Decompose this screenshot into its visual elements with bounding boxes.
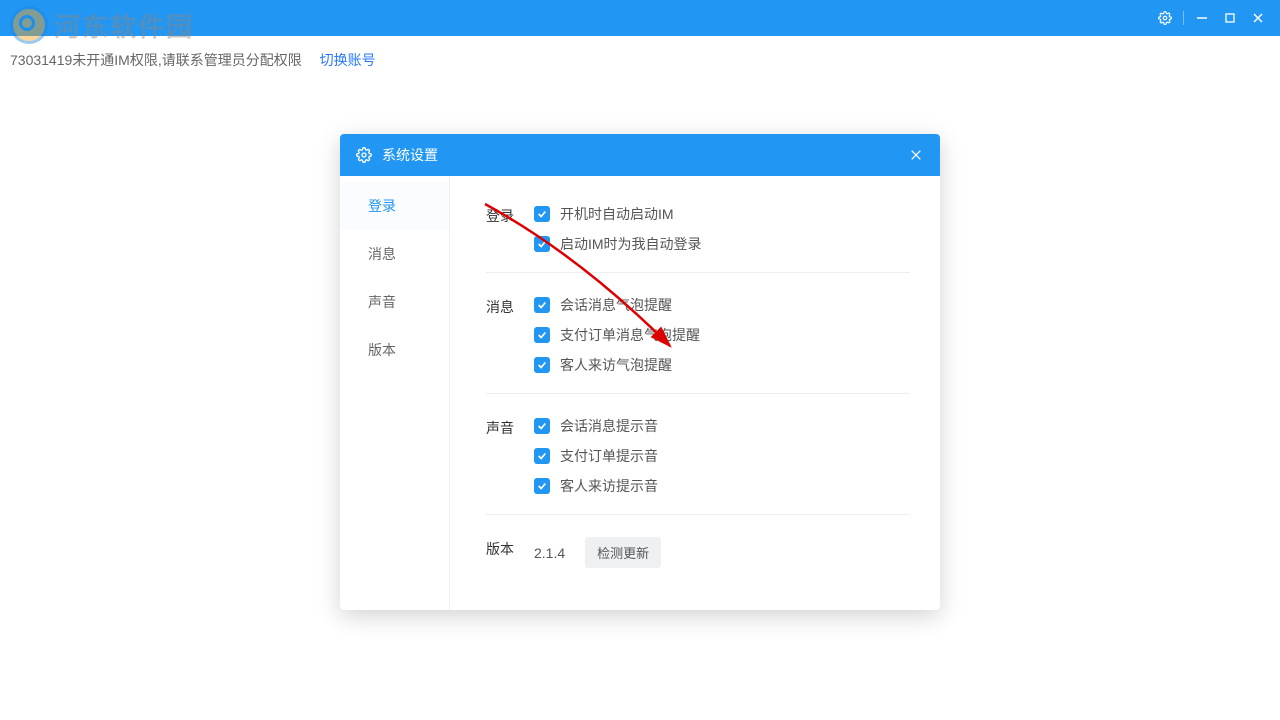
settings-icon[interactable]: [1151, 4, 1179, 32]
option-row: 启动IM时为我自动登录: [534, 234, 910, 254]
dialog-header: 系统设置: [340, 134, 940, 176]
option-label: 启动IM时为我自动登录: [560, 234, 702, 254]
section-sound-label: 声音: [486, 416, 534, 496]
section-login: 登录 开机时自动启动IM 启动IM时为我自动登录: [486, 194, 910, 272]
option-row: 客人来访气泡提醒: [534, 355, 910, 375]
dialog-sidebar: 登录 消息 声音 版本: [340, 176, 450, 610]
option-row: 开机时自动启动IM: [534, 204, 910, 224]
option-row: 会话消息提示音: [534, 416, 910, 436]
option-label: 客人来访气泡提醒: [560, 355, 672, 375]
section-sound: 声音 会话消息提示音 支付订单提示音 客人来访提示音: [486, 393, 910, 514]
sidebar-item-message[interactable]: 消息: [340, 230, 449, 278]
gear-icon: [356, 147, 372, 163]
dialog-close-icon[interactable]: [908, 147, 924, 163]
option-label: 开机时自动启动IM: [560, 204, 674, 224]
option-label: 支付订单提示音: [560, 446, 658, 466]
minimize-icon[interactable]: [1188, 4, 1216, 32]
checkbox-chat-bubble[interactable]: [534, 297, 550, 313]
sidebar-item-version[interactable]: 版本: [340, 326, 449, 374]
option-label: 会话消息提示音: [560, 416, 658, 436]
checkbox-auto-start[interactable]: [534, 206, 550, 222]
switch-account-link[interactable]: 切换账号: [320, 52, 376, 68]
sidebar-item-sound[interactable]: 声音: [340, 278, 449, 326]
notice-text: 73031419未开通IM权限,请联系管理员分配权限: [10, 52, 302, 68]
checkbox-order-bubble[interactable]: [534, 327, 550, 343]
option-row: 支付订单提示音: [534, 446, 910, 466]
section-message: 消息 会话消息气泡提醒 支付订单消息气泡提醒 客人来访气泡提醒: [486, 272, 910, 393]
option-label: 会话消息气泡提醒: [560, 295, 672, 315]
settings-dialog: 系统设置 登录 消息 声音 版本 登录 开机时自动启动IM: [340, 134, 940, 610]
option-row: 会话消息气泡提醒: [534, 295, 910, 315]
check-update-button[interactable]: 检测更新: [585, 537, 661, 568]
close-icon[interactable]: [1244, 4, 1272, 32]
checkbox-chat-sound[interactable]: [534, 418, 550, 434]
section-message-label: 消息: [486, 295, 534, 375]
dialog-content: 登录 开机时自动启动IM 启动IM时为我自动登录 消息: [450, 176, 940, 610]
sidebar-item-login[interactable]: 登录: [340, 182, 449, 230]
maximize-icon[interactable]: [1216, 4, 1244, 32]
option-label: 客人来访提示音: [560, 476, 658, 496]
version-value: 2.1.4: [534, 545, 565, 561]
dialog-title: 系统设置: [382, 145, 438, 165]
app-title-bar: [0, 0, 1280, 36]
section-login-label: 登录: [486, 204, 534, 254]
option-label: 支付订单消息气泡提醒: [560, 325, 700, 345]
option-row: 支付订单消息气泡提醒: [534, 325, 910, 345]
checkbox-visit-bubble[interactable]: [534, 357, 550, 373]
checkbox-auto-login[interactable]: [534, 236, 550, 252]
notice-bar: 73031419未开通IM权限,请联系管理员分配权限 切换账号: [10, 50, 376, 70]
option-row: 客人来访提示音: [534, 476, 910, 496]
checkbox-visit-sound[interactable]: [534, 478, 550, 494]
section-version: 版本 2.1.4 检测更新: [486, 514, 910, 586]
checkbox-order-sound[interactable]: [534, 448, 550, 464]
section-version-label: 版本: [486, 537, 534, 568]
